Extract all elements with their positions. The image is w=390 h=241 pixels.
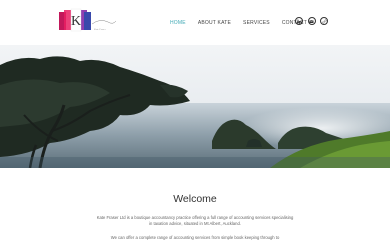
welcome-heading: Welcome: [173, 193, 217, 205]
link-icon[interactable]: [320, 17, 328, 25]
email-icon[interactable]: [307, 17, 316, 25]
logo[interactable]: K Kate Fraser: [58, 8, 118, 38]
logo-letter: K: [71, 14, 81, 29]
coastal-landscape-image: [0, 45, 390, 168]
hero-image: [0, 45, 390, 168]
services-paragraph: We can offer a complete range of account…: [110, 235, 280, 240]
logo-tagline: Kate Fraser: [94, 28, 106, 31]
logo-mark: K Kate Fraser: [59, 8, 117, 32]
nav-item-services[interactable]: SERVICES: [243, 20, 270, 26]
main-content: Welcome Kate Fraser Ltd is a boutique ac…: [0, 168, 390, 240]
nav-item-home[interactable]: HOME: [170, 20, 186, 26]
social-links: [295, 17, 333, 25]
linkedin-icon[interactable]: [295, 17, 303, 25]
nav-item-about-kate[interactable]: ABOUT KATE: [198, 20, 231, 26]
intro-paragraph: Kate Fraser Ltd is a boutique accountanc…: [96, 215, 294, 226]
site-header: K Kate Fraser HOME ABOUT KATE SERVICES C…: [0, 0, 390, 45]
